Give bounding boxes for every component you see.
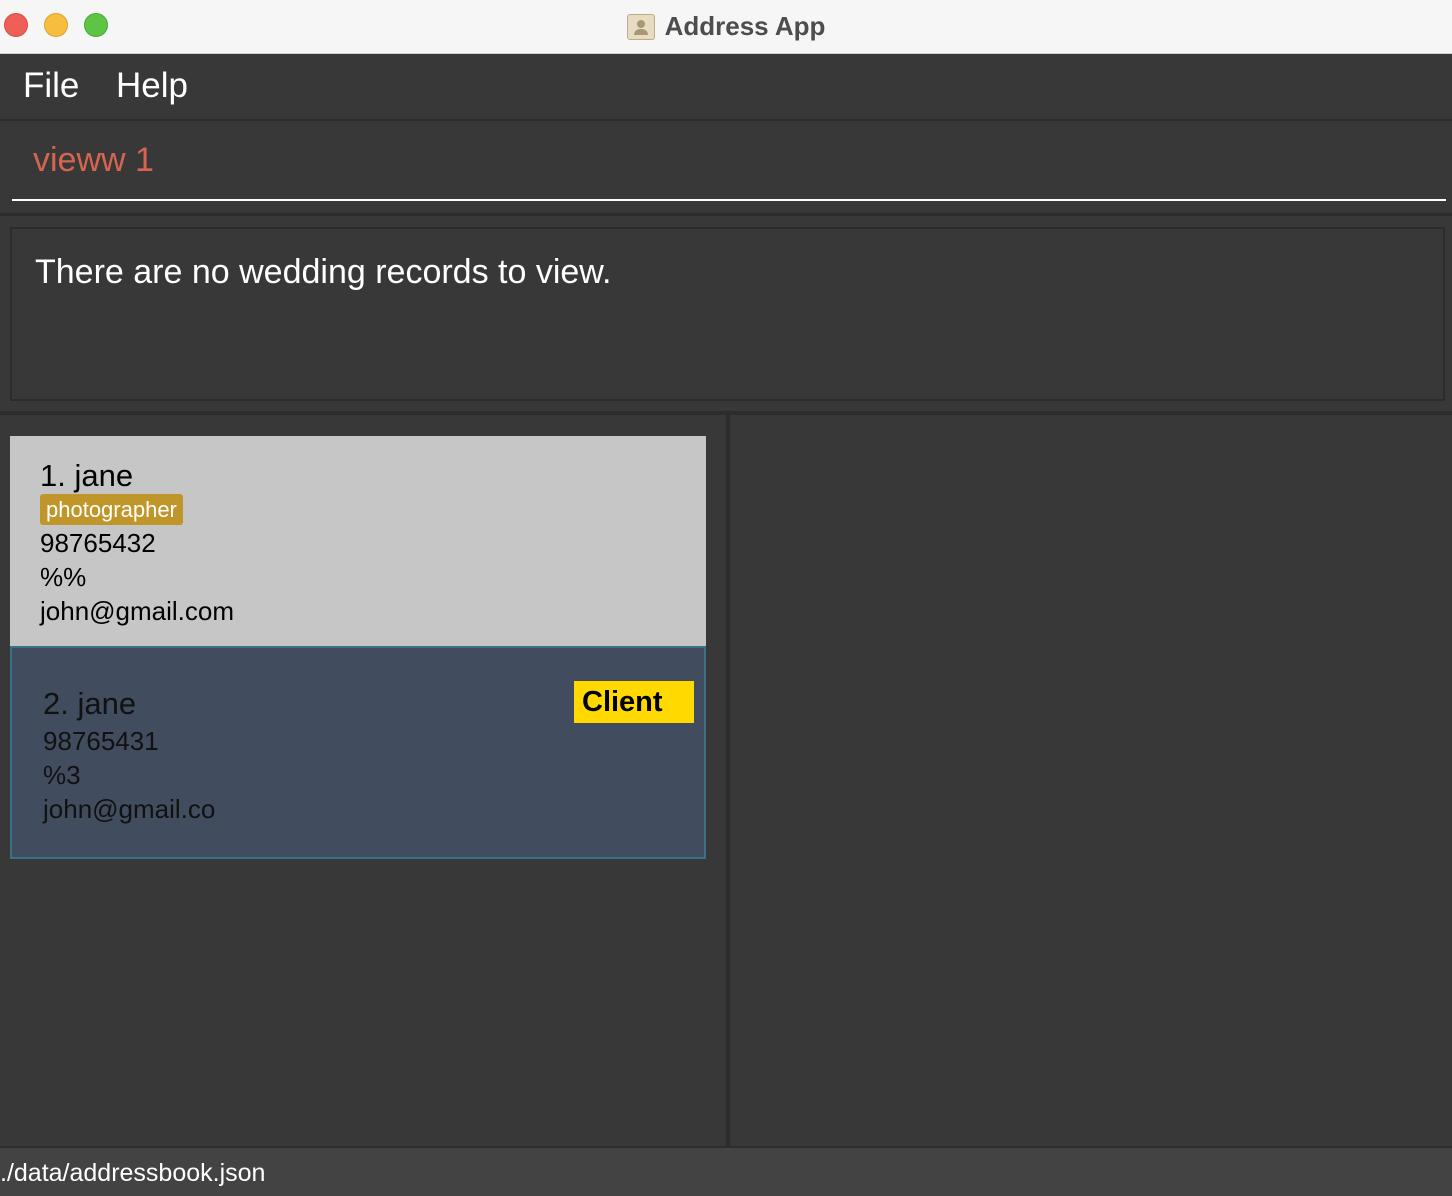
person-name: 1. jane: [40, 458, 134, 493]
person-phone: 98765432: [40, 528, 156, 558]
person-card-selected[interactable]: 2. jane Client 98765431 %3 john@gmail.co: [10, 646, 706, 859]
result-display: There are no wedding records to view.: [10, 227, 1445, 401]
menu-file[interactable]: File: [23, 66, 79, 106]
command-box: [0, 121, 1452, 216]
menu-help[interactable]: Help: [116, 66, 188, 106]
detail-panel: [730, 415, 1452, 1146]
window-titlebar: Address App: [0, 0, 1452, 54]
menu-bar: File Help: [0, 54, 1452, 121]
result-message: There are no wedding records to view.: [35, 253, 612, 291]
person-email: john@gmail.co: [43, 794, 216, 824]
window-title: Address App: [664, 11, 826, 41]
person-address: %%: [40, 562, 87, 592]
client-badge: Client: [574, 681, 694, 723]
person-email: john@gmail.com: [40, 596, 235, 626]
save-file-path: ./data/addressbook.json: [0, 1159, 266, 1187]
person-phone: 98765431: [43, 726, 159, 756]
person-name: 2. jane: [43, 686, 137, 721]
person-tag: photographer: [40, 494, 183, 525]
status-bar: ./data/addressbook.json: [0, 1146, 1452, 1196]
command-input[interactable]: [12, 121, 1446, 201]
person-address: %3: [43, 760, 81, 790]
person-card[interactable]: 1. jane photographer 98765432 %% john@gm…: [10, 436, 706, 646]
address-book-icon: [626, 13, 655, 40]
